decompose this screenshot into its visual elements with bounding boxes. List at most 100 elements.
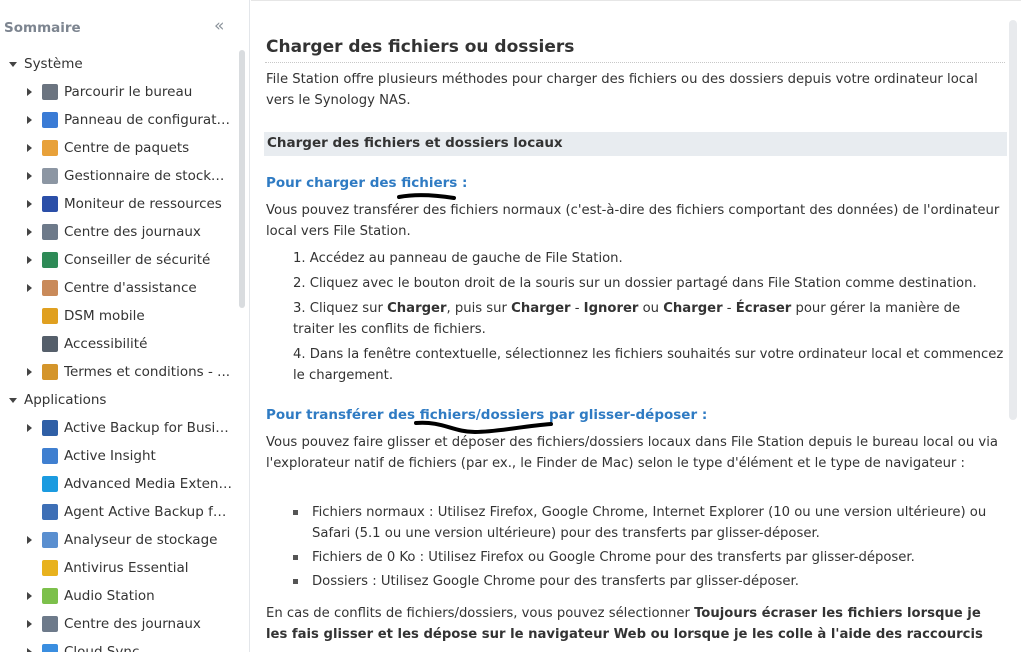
conflict-paragraph: En cas de conflits de fichiers/dossiers,… bbox=[266, 603, 1006, 645]
chevron-right-icon[interactable] bbox=[24, 143, 34, 153]
chevron-right-icon[interactable] bbox=[24, 199, 34, 209]
tree-group-applications[interactable]: Applications bbox=[0, 386, 236, 414]
step-3-bold: Charger bbox=[387, 301, 447, 316]
chevron-right-icon[interactable] bbox=[24, 647, 34, 652]
sidebar-item[interactable]: Accessibilité bbox=[0, 330, 236, 358]
sidebar-item[interactable]: Centre d'assistance bbox=[0, 274, 236, 302]
sidebar-item-label: Parcourir le bureau bbox=[64, 84, 193, 100]
storage-icon bbox=[42, 168, 58, 184]
chevron-right-icon[interactable] bbox=[24, 283, 34, 293]
top-border bbox=[251, 0, 1021, 2]
sidebar-item-label: Centre des journaux bbox=[64, 224, 201, 240]
terms-icon bbox=[42, 364, 58, 380]
sidebar-item[interactable]: Active Backup for Busin... bbox=[0, 414, 236, 442]
title-divider bbox=[265, 62, 1005, 63]
chevron-right-icon[interactable] bbox=[24, 535, 34, 545]
sidebar-header: Sommaire « bbox=[0, 0, 249, 50]
sidebar-item-label: Moniteur de ressources bbox=[64, 196, 222, 212]
chevron-down-icon[interactable] bbox=[8, 395, 18, 405]
list-item: Fichiers de 0 Ko : Utilisez Firefox ou G… bbox=[291, 547, 1005, 568]
monitor-icon bbox=[42, 196, 58, 212]
step-3-bold: Écraser bbox=[735, 301, 792, 316]
audio-station-icon bbox=[42, 588, 58, 604]
log-icon bbox=[42, 616, 58, 632]
sidebar-item-label: Active Insight bbox=[64, 448, 156, 464]
step-3-text: - bbox=[570, 301, 584, 316]
desktop-icon bbox=[42, 84, 58, 100]
active-backup-icon bbox=[42, 420, 58, 436]
sidebar-item[interactable]: Panneau de configuration bbox=[0, 106, 236, 134]
sidebar-item[interactable]: Advanced Media Extens... bbox=[0, 470, 236, 498]
browser-support-list: Fichiers normaux : Utilisez Firefox, Goo… bbox=[291, 502, 1005, 595]
sidebar-item-label: Conseiller de sécurité bbox=[64, 252, 211, 268]
chevron-right-icon[interactable] bbox=[24, 171, 34, 181]
step-2: 2. Cliquez avec le bouton droit de la so… bbox=[293, 276, 977, 291]
sidebar-item[interactable]: Gestionnaire de stockage bbox=[0, 162, 236, 190]
media-extension-icon bbox=[42, 476, 58, 492]
sidebar-item[interactable]: Active Insight bbox=[0, 442, 236, 470]
step-4: 4. Dans la fenêtre contextuelle, sélecti… bbox=[293, 347, 1004, 383]
chevron-down-icon[interactable] bbox=[8, 59, 18, 69]
sidebar-item-label: Panneau de configuration bbox=[64, 112, 232, 128]
help-sidebar: Sommaire « Système Parcourir le bureau Pa… bbox=[0, 0, 250, 652]
list-item: Dossiers : Utilisez Google Chrome pour d… bbox=[291, 571, 1005, 592]
sidebar-item[interactable]: Conseiller de sécurité bbox=[0, 246, 236, 274]
sidebar-item[interactable]: Agent Active Backup for... bbox=[0, 498, 236, 526]
sidebar-item[interactable]: Parcourir le bureau bbox=[0, 78, 236, 106]
sidebar-item-label: Agent Active Backup for... bbox=[64, 504, 232, 520]
sidebar-scrollbar[interactable] bbox=[239, 50, 245, 308]
upload-intro: Vous pouvez transférer des fichiers norm… bbox=[266, 203, 1000, 239]
section-heading-bar: Charger des fichiers et dossiers locaux bbox=[264, 132, 1007, 156]
list-item: Fichiers normaux : Utilisez Firefox, Goo… bbox=[291, 502, 1005, 544]
chevron-right-icon[interactable] bbox=[24, 255, 34, 265]
sidebar-item[interactable]: Antivirus Essential bbox=[0, 554, 236, 582]
sidebar-item[interactable]: Centre des journaux bbox=[0, 610, 236, 638]
sidebar-item[interactable]: Centre de paquets bbox=[0, 134, 236, 162]
step-3-bold: Charger bbox=[511, 301, 571, 316]
sidebar-item-label: Audio Station bbox=[64, 588, 155, 604]
tree-group-label: Système bbox=[24, 56, 83, 72]
sidebar-item[interactable]: DSM mobile bbox=[0, 302, 236, 330]
sidebar-item-label: Accessibilité bbox=[64, 336, 148, 352]
chevron-right-icon[interactable] bbox=[24, 227, 34, 237]
antivirus-icon bbox=[42, 560, 58, 576]
section-heading: Charger des fichiers et dossiers locaux bbox=[267, 135, 563, 151]
active-insight-icon bbox=[42, 448, 58, 464]
chevron-right-icon[interactable] bbox=[24, 619, 34, 629]
control-panel-icon bbox=[42, 112, 58, 128]
sidebar-item-label: Termes et conditions - ... bbox=[64, 364, 231, 380]
chevron-right-icon[interactable] bbox=[24, 591, 34, 601]
chevron-right-icon[interactable] bbox=[24, 87, 34, 97]
sidebar-item-label: Advanced Media Extens... bbox=[64, 476, 232, 492]
chevron-right-icon[interactable] bbox=[24, 367, 34, 377]
upload-steps: 1. Accédez au panneau de gauche de File … bbox=[293, 248, 1005, 390]
storage-analyzer-icon bbox=[42, 532, 58, 548]
drag-drop-intro: Vous pouvez faire glisser et déposer des… bbox=[266, 435, 998, 471]
tree-group-system[interactable]: Système bbox=[0, 50, 236, 78]
cloud-sync-icon bbox=[42, 644, 58, 652]
step-3-text: ou bbox=[638, 301, 664, 316]
sidebar-item[interactable]: Audio Station bbox=[0, 582, 236, 610]
collapse-sidebar-icon[interactable]: « bbox=[214, 17, 224, 35]
sidebar-item[interactable]: Cloud Sync bbox=[0, 638, 236, 652]
intro-paragraph: File Station offre plusieurs méthodes po… bbox=[266, 72, 978, 108]
chevron-right-icon[interactable] bbox=[24, 423, 34, 433]
step-3-text: 3. Cliquez sur bbox=[293, 301, 388, 316]
sidebar-item[interactable]: Analyseur de stockage bbox=[0, 526, 236, 554]
sidebar-item[interactable]: Centre des journaux bbox=[0, 218, 236, 246]
agent-backup-icon bbox=[42, 504, 58, 520]
sidebar-item-label: Centre de paquets bbox=[64, 140, 190, 156]
drag-drop-heading: Pour transférer des fichiers/dossiers pa… bbox=[266, 407, 708, 423]
page-title: Charger des fichiers ou dossiers bbox=[266, 37, 575, 57]
content-scrollbar[interactable] bbox=[1009, 20, 1017, 420]
chevron-right-icon[interactable] bbox=[24, 115, 34, 125]
help-content: Charger des fichiers ou dossiers File St… bbox=[251, 0, 1021, 652]
sidebar-item[interactable]: Termes et conditions - ... bbox=[0, 358, 236, 386]
sidebar-item-label: Analyseur de stockage bbox=[64, 532, 218, 548]
sidebar-item[interactable]: Moniteur de ressources bbox=[0, 190, 236, 218]
conflict-text: En cas de conflits de fichiers/dossiers,… bbox=[266, 606, 695, 621]
log-icon bbox=[42, 224, 58, 240]
accessibility-icon bbox=[42, 336, 58, 352]
sidebar-item-label: Cloud Sync bbox=[64, 644, 140, 652]
step-3: 3. Cliquez sur Charger, puis sur Charger… bbox=[293, 298, 1005, 340]
